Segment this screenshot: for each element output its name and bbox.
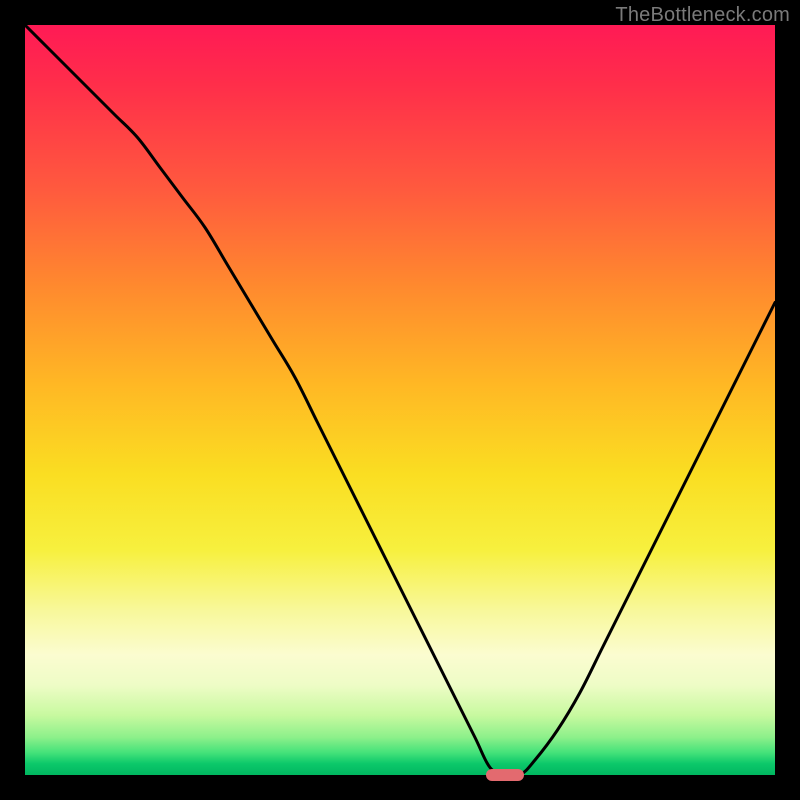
optimal-marker	[486, 769, 524, 781]
curve-svg	[25, 25, 775, 775]
plot-area	[25, 25, 775, 775]
chart-frame: TheBottleneck.com	[0, 0, 800, 800]
watermark-text: TheBottleneck.com	[615, 4, 790, 27]
bottleneck-curve	[25, 25, 775, 777]
